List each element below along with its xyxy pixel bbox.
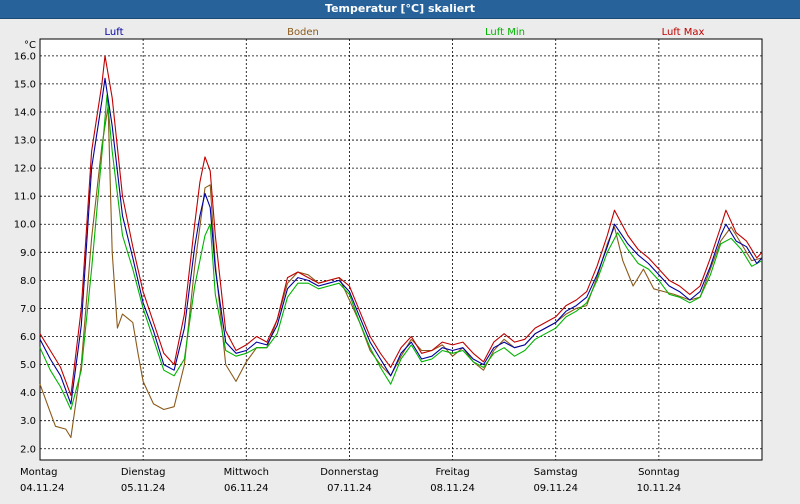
y-tick-label: 8.0 <box>20 276 36 287</box>
y-tick-label: 16.0 <box>14 51 36 62</box>
x-day-label: Mittwoch <box>224 467 269 478</box>
x-day-label: Dienstag <box>121 467 166 478</box>
x-date-label: 07.11.24 <box>327 483 372 494</box>
chart-area: 2.0 3.0 4.0 5.0 6.0 7.0 8.0 9.0 10.0 11.0 12.0 13.0… <box>0 19 800 500</box>
x-date-label: 08.11.24 <box>430 483 475 494</box>
x-date-label: 04.11.24 <box>20 483 65 494</box>
y-tick-label: 12.0 <box>14 164 36 175</box>
x-date-label: 06.11.24 <box>224 483 269 494</box>
y-tick-label: 3.0 <box>20 416 36 427</box>
x-date-label: 05.11.24 <box>121 483 166 494</box>
y-tick-label: 15.0 <box>14 79 36 90</box>
x-date-label: 09.11.24 <box>533 483 578 494</box>
temperature-chart: 2.0 3.0 4.0 5.0 6.0 7.0 8.0 9.0 10.0 11.0 12.0 13.0… <box>14 27 763 494</box>
x-day-label: Donnerstag <box>320 467 378 478</box>
y-tick-label: 10.0 <box>14 220 36 231</box>
x-date-label: 10.11.24 <box>637 483 682 494</box>
y-tick-label: 5.0 <box>20 360 36 371</box>
y-tick-label: 2.0 <box>20 444 36 455</box>
legend-entry: Luft Min <box>485 27 525 38</box>
y-tick-label: 4.0 <box>20 388 36 399</box>
chart-title: Temperatur [°C] skaliert <box>325 2 475 15</box>
y-axis-label: °C <box>24 40 36 51</box>
x-day-label: Montag <box>20 467 57 478</box>
legend-entry: Boden <box>287 27 319 38</box>
x-day-label: Freitag <box>435 467 469 478</box>
legend-entry: Luft <box>105 27 124 38</box>
legend-entry: Luft Max <box>662 27 705 38</box>
y-tick-label: 11.0 <box>14 192 36 203</box>
y-tick-label: 9.0 <box>20 248 36 259</box>
y-tick-label: 7.0 <box>20 304 36 315</box>
y-tick-label: 6.0 <box>20 332 36 343</box>
chart-title-bar: Temperatur [°C] skaliert <box>0 0 800 19</box>
plot-area <box>39 38 763 461</box>
y-tick-label: 14.0 <box>14 107 36 118</box>
y-tick-label: 13.0 <box>14 136 36 147</box>
x-day-label: Samstag <box>534 467 578 478</box>
x-day-label: Sonntag <box>638 467 680 478</box>
